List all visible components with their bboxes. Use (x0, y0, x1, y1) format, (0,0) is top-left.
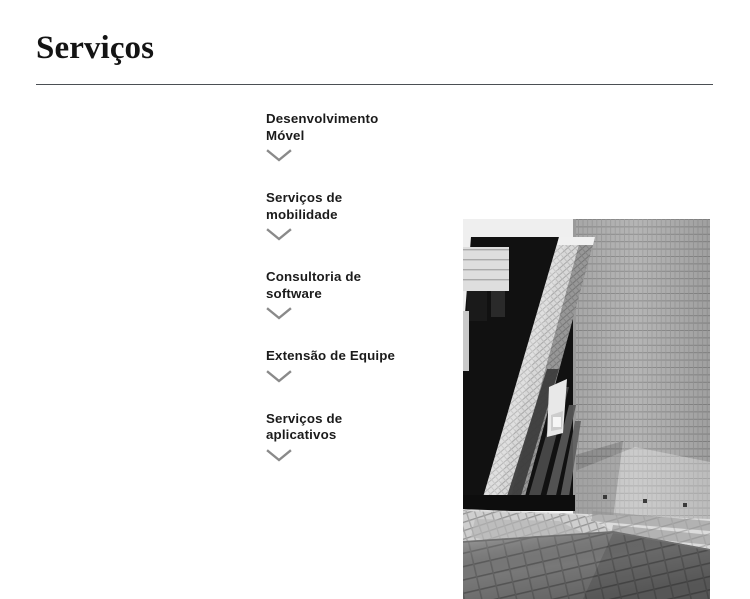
service-label: Consultoria de software (266, 269, 362, 301)
service-label: Desenvolvimento Móvel (266, 111, 379, 143)
list-spacer (266, 398, 446, 411)
list-spacer (266, 177, 446, 190)
list-item[interactable]: Extensão de Equipe (266, 348, 446, 398)
services-accordion-list: Desenvolvimento Móvel Serviços de mobili… (266, 111, 446, 477)
list-item[interactable]: Serviços de aplicativos (266, 411, 446, 477)
chevron-down-icon[interactable] (266, 226, 292, 256)
chevron-down-icon[interactable] (266, 147, 292, 177)
services-page: Serviços Desenvolvimento Móvel Serviços … (0, 0, 750, 599)
chevron-down-icon[interactable] (266, 447, 292, 477)
list-item[interactable]: Desenvolvimento Móvel (266, 111, 446, 177)
chevron-down-icon[interactable] (266, 368, 292, 398)
page-header: Serviços (36, 28, 713, 85)
page-title: Serviços (36, 30, 155, 66)
service-label: Extensão de Equipe (266, 348, 396, 363)
architecture-photo (463, 219, 710, 599)
service-label: Serviços de aplicativos (266, 410, 343, 443)
list-item[interactable]: Consultoria de software (266, 269, 446, 335)
list-spacer (266, 335, 446, 348)
list-spacer (266, 256, 446, 269)
chevron-down-icon[interactable] (266, 305, 292, 335)
page-content: Desenvolvimento Móvel Serviços de mobili… (0, 105, 750, 599)
header-divider (36, 84, 713, 85)
list-item[interactable]: Serviços de mobilidade (266, 190, 446, 256)
service-label: Serviços de mobilidade (266, 190, 343, 222)
